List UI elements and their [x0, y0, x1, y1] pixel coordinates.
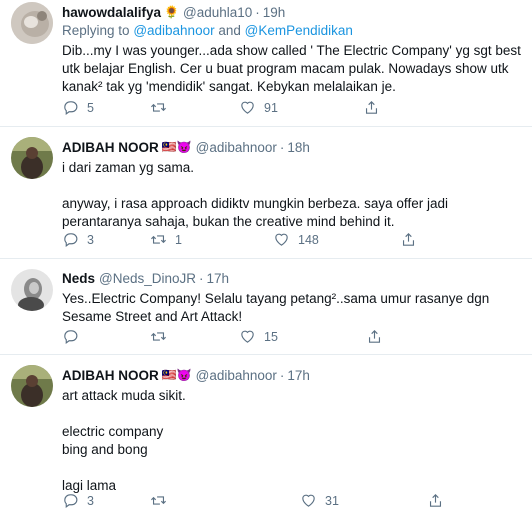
timestamp[interactable]: 17h	[287, 368, 310, 383]
name-emoji: 🇲🇾😈	[161, 368, 192, 382]
like-button[interactable]: 15	[239, 328, 366, 345]
reply-icon	[64, 330, 78, 345]
tweet-text: art attack muda sikit. electric company …	[62, 388, 186, 493]
retweet-button[interactable]	[150, 328, 239, 345]
retweet-button[interactable]	[150, 99, 239, 116]
display-name[interactable]: ADIBAH NOOR	[62, 140, 159, 155]
avatar-photo	[11, 365, 53, 407]
heart-icon	[241, 101, 254, 114]
name-emoji: 🌻	[164, 5, 179, 19]
retweet-icon	[151, 103, 166, 112]
avatar[interactable]	[11, 2, 53, 44]
like-count: 15	[264, 329, 278, 344]
timestamp[interactable]: 19h	[263, 5, 286, 20]
heart-icon	[302, 494, 315, 507]
tweet-text: Dib...my I was younger...ada show called…	[62, 43, 521, 94]
reply-button[interactable]: 3	[62, 231, 150, 248]
name-emoji: 🇲🇾😈	[161, 140, 192, 154]
like-count: 31	[325, 493, 339, 508]
replying-to-line: Replying to @adibahnoor and @KemPendidik…	[62, 23, 522, 38]
reply-button[interactable]	[62, 328, 150, 345]
timestamp[interactable]: 17h	[207, 271, 230, 286]
like-button[interactable]: 148	[273, 231, 400, 248]
tweet[interactable]: ADIBAH NOOR 🇲🇾😈 @adibahnoor · 17h art at…	[0, 355, 532, 517]
share-button[interactable]	[400, 231, 417, 248]
share-icon	[368, 330, 381, 343]
reply-button[interactable]: 5	[62, 99, 150, 116]
user-handle[interactable]: @aduhla10	[183, 5, 252, 20]
tweet-text: Yes..Electric Company! Selalu tayang pet…	[62, 291, 490, 324]
avatar-photo	[11, 269, 53, 311]
user-handle[interactable]: @adibahnoor	[196, 368, 277, 383]
share-button[interactable]	[363, 99, 380, 116]
mention-link[interactable]: @KemPendidikan	[245, 23, 353, 38]
timestamp[interactable]: 18h	[287, 140, 310, 155]
like-button[interactable]: 31	[300, 492, 427, 509]
heart-icon	[275, 233, 288, 246]
reply-count: 5	[87, 100, 94, 115]
display-name[interactable]: Neds	[62, 271, 95, 286]
tweet-header: hawowdalalifya 🌻 @aduhla10 · 19h	[62, 3, 522, 21]
like-count: 148	[298, 232, 319, 247]
tweet-header: ADIBAH NOOR 🇲🇾😈 @adibahnoor · 18h	[62, 138, 522, 156]
tweet[interactable]: Neds @Neds_DinoJR · 17h Yes..Electric Co…	[0, 259, 532, 355]
avatar[interactable]	[11, 269, 53, 311]
share-icon	[402, 233, 415, 246]
reply-icon	[64, 101, 78, 116]
reply-count: 3	[87, 232, 94, 247]
separator-dot: ·	[255, 4, 260, 20]
reply-button[interactable]: 3	[62, 492, 150, 509]
display-name[interactable]: ADIBAH NOOR	[62, 368, 159, 383]
avatar-photo	[11, 2, 53, 44]
avatar-photo	[11, 137, 53, 179]
tweet-text: i dari zaman yg sama. anyway, i rasa app…	[62, 160, 448, 229]
avatar[interactable]	[11, 365, 53, 407]
retweet-button[interactable]	[150, 492, 300, 509]
tweet[interactable]: ADIBAH NOOR 🇲🇾😈 @adibahnoor · 18h i dari…	[0, 127, 532, 259]
share-button[interactable]	[366, 328, 383, 345]
tweet[interactable]: hawowdalalifya 🌻 @aduhla10 · 19h Replyin…	[0, 0, 532, 127]
share-button[interactable]	[427, 492, 444, 509]
separator-dot: ·	[279, 139, 285, 155]
user-handle[interactable]: @adibahnoor	[196, 140, 277, 155]
share-icon	[429, 494, 442, 507]
reply-icon	[64, 494, 78, 509]
replying-and: and	[218, 23, 241, 38]
like-button[interactable]: 91	[239, 99, 363, 116]
separator-dot: ·	[199, 270, 204, 286]
user-handle[interactable]: @Neds_DinoJR	[99, 271, 196, 286]
retweet-count: 1	[175, 232, 182, 247]
reply-count: 3	[87, 493, 94, 508]
tweet-header: ADIBAH NOOR 🇲🇾😈 @adibahnoor · 17h	[62, 366, 522, 384]
display-name[interactable]: hawowdalalifya	[62, 5, 161, 20]
share-icon	[365, 101, 378, 114]
reply-icon	[64, 233, 78, 248]
replying-prefix: Replying to	[62, 23, 130, 38]
tweet-header: Neds @Neds_DinoJR · 17h	[62, 269, 522, 287]
separator-dot: ·	[279, 367, 285, 383]
retweet-icon	[151, 235, 166, 244]
retweet-button[interactable]: 1	[150, 231, 273, 248]
mention-link[interactable]: @adibahnoor	[133, 23, 214, 38]
avatar[interactable]	[11, 137, 53, 179]
retweet-icon	[151, 496, 166, 505]
retweet-icon	[151, 332, 166, 341]
heart-icon	[241, 330, 254, 343]
like-count: 91	[264, 100, 278, 115]
